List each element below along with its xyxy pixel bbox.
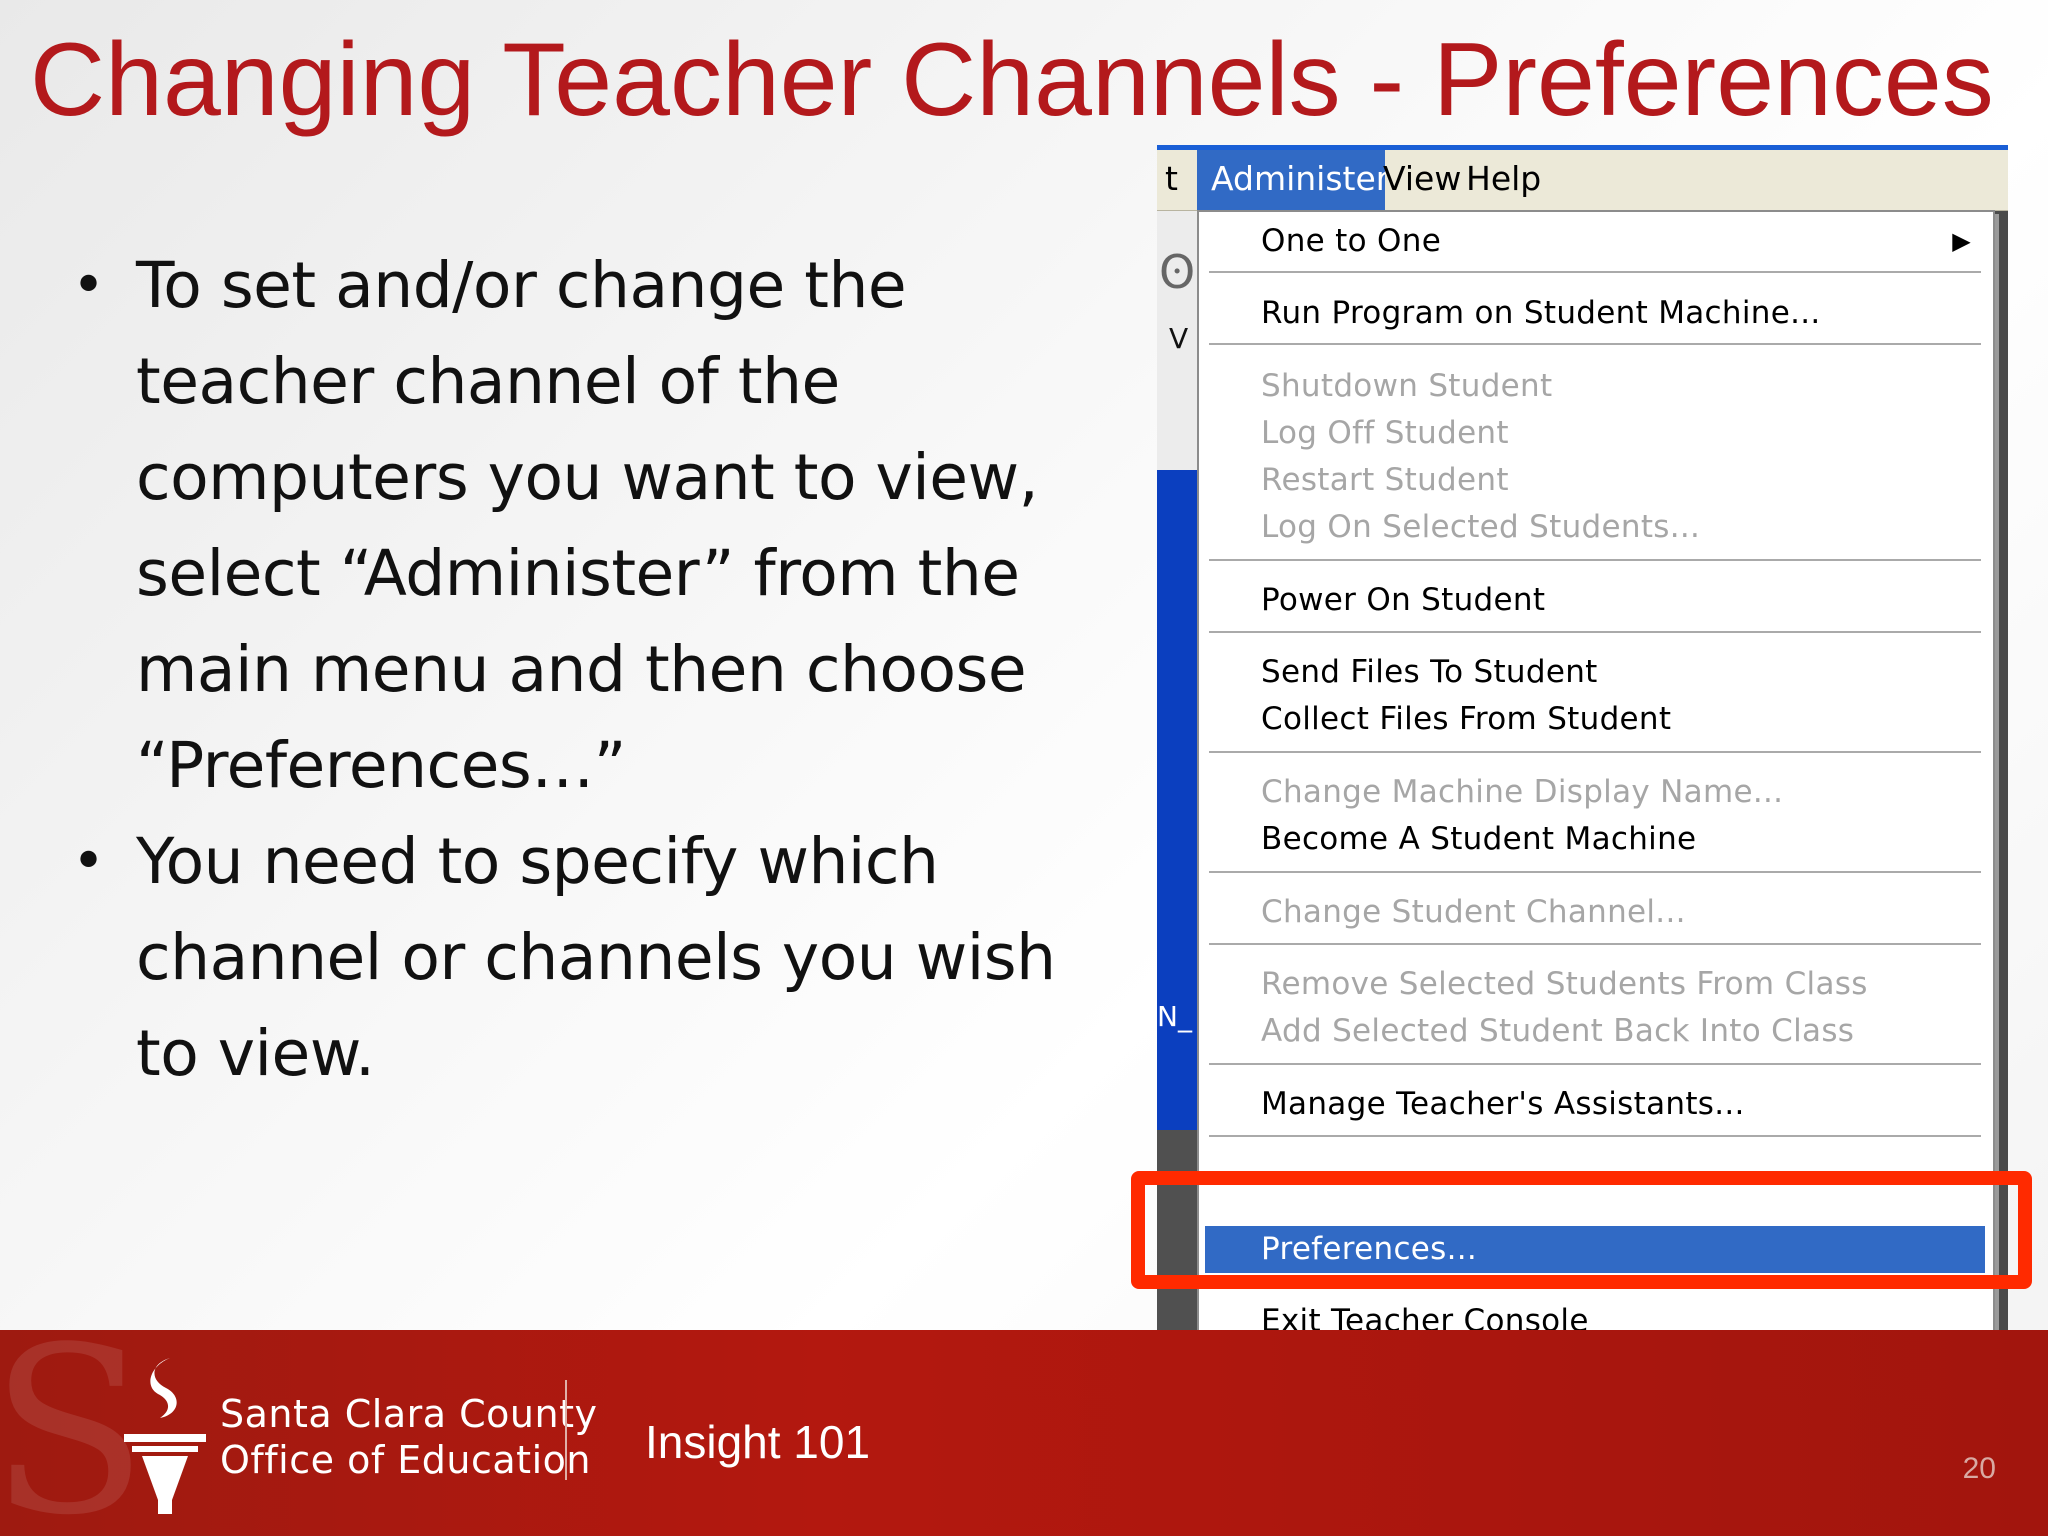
torch-logo-icon: [124, 1358, 206, 1514]
org-name-line1: Santa Clara County: [220, 1392, 598, 1436]
bullet-line: computers you want to view,: [136, 441, 1039, 514]
bullet-line: “Preferences…”: [136, 729, 626, 802]
menu-separator: [1209, 631, 1981, 633]
bullet-list: • To set and/or change the teacher chann…: [70, 238, 1110, 1102]
page-number: 20: [1962, 1452, 1996, 1485]
footer-divider: [565, 1380, 567, 1480]
bullet-line: teacher channel of the: [136, 345, 840, 418]
menu-item-one-to-one[interactable]: One to One ▶: [1199, 218, 1993, 265]
bullet-line: main menu and then choose: [136, 633, 1027, 706]
menu-separator: [1209, 271, 1981, 273]
owl-icon: ʘ: [1159, 245, 1196, 299]
menu-separator: [1209, 751, 1981, 753]
menu-partial[interactable]: t: [1157, 150, 1192, 210]
menu-separator: [1209, 343, 1981, 345]
menu-item-log-on[interactable]: Log On Selected Students...: [1199, 504, 1993, 551]
bullet-item: • To set and/or change the teacher chann…: [70, 238, 1110, 814]
menu-separator: [1209, 943, 1981, 945]
slide-title: Changing Teacher Channels - Preferences: [30, 22, 1994, 138]
bullet-dot: •: [72, 829, 105, 894]
slide-footer: S Santa Clara County Office of Education…: [0, 1330, 2048, 1536]
window-text-fragment: V: [1169, 322, 1189, 355]
menu-separator: [1209, 1063, 1981, 1065]
menu-item-collect-files[interactable]: Collect Files From Student: [1199, 696, 1993, 743]
menu-item-send-files[interactable]: Send Files To Student: [1199, 649, 1993, 696]
menu-item-run-program[interactable]: Run Program on Student Machine...: [1199, 290, 1993, 337]
logo-watermark: S: [0, 1330, 148, 1536]
bullet-line: channel or channels you wish: [136, 921, 1056, 994]
org-name-line2: Office of Education: [220, 1438, 591, 1482]
menu-item-log-off[interactable]: Log Off Student: [1199, 410, 1993, 457]
menu-separator: [1209, 871, 1981, 873]
menu-separator: [1209, 1135, 1981, 1137]
menu-item-change-channel[interactable]: Change Student Channel...: [1199, 889, 1993, 936]
bullet-line: select “Administer” from the: [136, 537, 1020, 610]
bullet-line: To set and/or change the: [136, 249, 907, 322]
submenu-arrow-icon: ▶: [1952, 227, 1971, 255]
preferences-callout-box: [1131, 1171, 2032, 1289]
bullet-item: • You need to specify which channel or c…: [70, 814, 1110, 1102]
menu-item-remove-students[interactable]: Remove Selected Students From Class: [1199, 961, 1993, 1008]
menu-item-power-on[interactable]: Power On Student: [1199, 577, 1993, 624]
menu-item-shutdown[interactable]: Shutdown Student: [1199, 363, 1993, 410]
menu-help[interactable]: Help: [1452, 150, 1555, 210]
menu-administer[interactable]: Administer: [1197, 150, 1389, 210]
menu-item-change-display-name[interactable]: Change Machine Display Name...: [1199, 769, 1993, 816]
bullet-line: to view.: [136, 1017, 375, 1090]
bullet-line: You need to specify which: [136, 825, 939, 898]
menu-item-restart[interactable]: Restart Student: [1199, 457, 1993, 504]
menu-item-add-back[interactable]: Add Selected Student Back Into Class: [1199, 1008, 1993, 1055]
bullet-dot: •: [72, 253, 105, 318]
menu-item-label: One to One: [1261, 223, 1442, 259]
menu-bar: t Administer View Help: [1157, 150, 2008, 211]
menu-item-become-student[interactable]: Become A Student Machine: [1199, 816, 1993, 863]
menu-separator: [1209, 559, 1981, 561]
menu-item-manage-assistants[interactable]: Manage Teacher's Assistants...: [1199, 1081, 1993, 1128]
course-name: Insight 101: [645, 1416, 871, 1468]
window-text-fragment: N_: [1157, 1000, 1192, 1033]
